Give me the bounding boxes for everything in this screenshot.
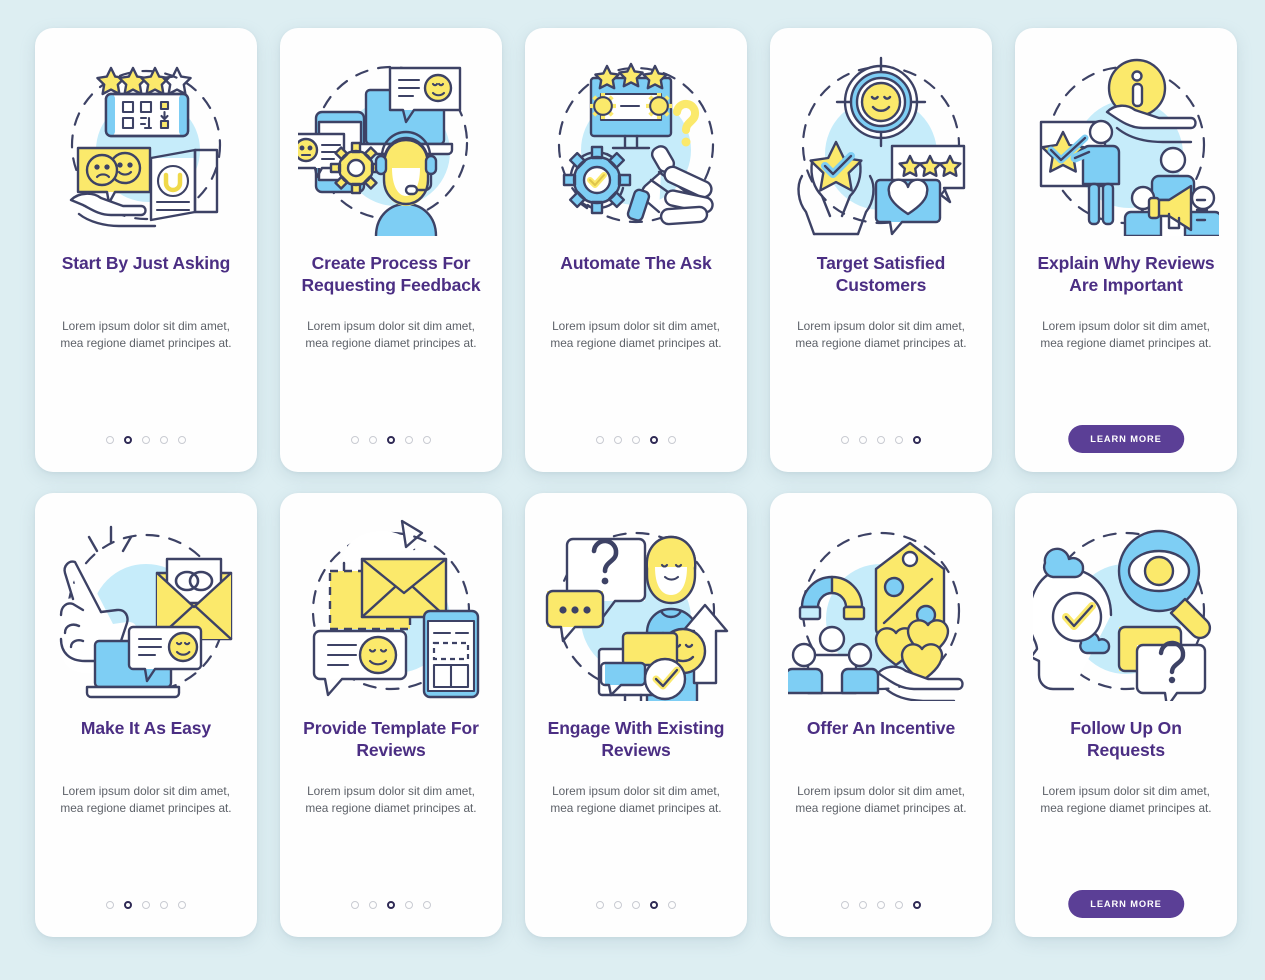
info-hand-presenter-audience-megaphone-illustration [1033, 50, 1219, 236]
page-dot-1[interactable] [596, 436, 604, 444]
page-dot-1[interactable] [106, 436, 114, 444]
card-body-text: Lorem ipsum dolor sit dim amet, mea regi… [60, 784, 232, 816]
page-dot-2[interactable] [369, 436, 377, 444]
page-indicator-dots [770, 436, 992, 444]
page-dot-3[interactable] [632, 436, 640, 444]
card-body-text: Lorem ipsum dolor sit dim amet, mea regi… [1040, 319, 1212, 351]
page-dot-4[interactable] [405, 901, 413, 909]
learn-more-button[interactable]: LEARN MORE [1068, 890, 1184, 918]
page-dot-1[interactable] [106, 901, 114, 909]
card-body-text: Lorem ipsum dolor sit dim amet, mea regi… [550, 319, 722, 351]
page-dot-4[interactable] [650, 436, 658, 444]
card-title: Target Satisfied Customers [816, 253, 946, 296]
envelope-arrow-template-phone-bubble-illustration [298, 515, 484, 701]
card-body-text: Lorem ipsum dolor sit dim amet, mea regi… [795, 319, 967, 351]
page-indicator-dots [525, 901, 747, 909]
onboarding-card-explain-why-reviews-are-important[interactable]: Explain Why Reviews Are Important Lorem i… [1015, 28, 1237, 472]
card-body-text: Lorem ipsum dolor sit dim amet, mea regi… [60, 319, 232, 351]
card-body-text: Lorem ipsum dolor sit dim amet, mea regi… [550, 784, 722, 816]
onboarding-card-engage-with-existing-reviews[interactable]: Engage With Existing Reviews Lorem ipsum … [525, 493, 747, 937]
page-dot-1[interactable] [841, 436, 849, 444]
page-dot-2[interactable] [614, 436, 622, 444]
page-dot-5[interactable] [178, 436, 186, 444]
page-dot-3[interactable] [632, 901, 640, 909]
qr-code-stars-feedback-hand-brochure-illustration [53, 50, 239, 236]
onboarding-card-target-satisfied-customers[interactable]: Target Satisfied Customers Lorem ipsum do… [770, 28, 992, 472]
page-dot-4[interactable] [650, 901, 658, 909]
support-agent-laptop-phone-gear-illustration [298, 50, 484, 236]
page-dot-4[interactable] [405, 436, 413, 444]
page-dot-2[interactable] [859, 901, 867, 909]
page-dot-3[interactable] [387, 901, 395, 909]
click-hand-envelope-link-laptop-smiley-illustration [53, 515, 239, 701]
page-indicator-dots [280, 436, 502, 444]
page-dot-4[interactable] [895, 436, 903, 444]
page-dot-5[interactable] [913, 436, 921, 444]
page-dot-1[interactable] [841, 901, 849, 909]
onboarding-card-offer-an-incentive[interactable]: Offer An Incentive Lorem ipsum dolor sit … [770, 493, 992, 937]
onboarding-card-automate-the-ask[interactable]: Automate The Ask Lorem ipsum dolor sit di… [525, 28, 747, 472]
page-dot-2[interactable] [614, 901, 622, 909]
page-dot-1[interactable] [351, 901, 359, 909]
page-dot-3[interactable] [877, 436, 885, 444]
page-dot-5[interactable] [423, 901, 431, 909]
card-title: Follow Up On Requests [1070, 718, 1182, 761]
onboarding-card-follow-up-on-requests[interactable]: Follow Up On Requests Lorem ipsum dolor s… [1015, 493, 1237, 937]
page-dot-5[interactable] [668, 901, 676, 909]
card-title: Automate The Ask [560, 253, 712, 273]
page-dot-3[interactable] [142, 436, 150, 444]
card-body-text: Lorem ipsum dolor sit dim amet, mea regi… [795, 784, 967, 816]
onboarding-card-provide-template-for-reviews[interactable]: Provide Template For Reviews Lorem ipsum … [280, 493, 502, 937]
page-dot-3[interactable] [387, 436, 395, 444]
card-body-text: Lorem ipsum dolor sit dim amet, mea regi… [305, 319, 477, 351]
woman-question-bubbles-monitor-check-arrow-illustration [543, 515, 729, 701]
card-title: Offer An Incentive [806, 718, 956, 738]
card-title: Explain Why Reviews Are Important [1037, 253, 1215, 296]
page-dot-3[interactable] [877, 901, 885, 909]
page-dot-5[interactable] [178, 901, 186, 909]
page-indicator-dots [525, 436, 747, 444]
page-dot-3[interactable] [142, 901, 150, 909]
page-dot-2[interactable] [124, 436, 132, 444]
onboarding-card-create-process-for-requesting-feedback[interactable]: Create Process For Requesting Feedback Lo… [280, 28, 502, 472]
onboarding-card-make-it-as-easy[interactable]: Make It As Easy Lorem ipsum dolor sit dim… [35, 493, 257, 937]
page-indicator-dots [35, 901, 257, 909]
card-title: Make It As Easy [80, 718, 212, 738]
target-smiley-hands-star-heart-bubbles-illustration [788, 50, 974, 236]
page-dot-4[interactable] [895, 901, 903, 909]
page-dot-5[interactable] [668, 436, 676, 444]
page-dot-2[interactable] [124, 901, 132, 909]
page-dot-1[interactable] [596, 901, 604, 909]
card-title: Provide Template For Reviews [303, 718, 479, 761]
page-dot-5[interactable] [423, 436, 431, 444]
card-body-text: Lorem ipsum dolor sit dim amet, mea regi… [305, 784, 477, 816]
card-title: Start By Just Asking [61, 253, 231, 273]
card-title: Create Process For Requesting Feedback [301, 253, 481, 296]
card-body-text: Lorem ipsum dolor sit dim amet, mea regi… [1040, 784, 1212, 816]
page-dot-5[interactable] [913, 901, 921, 909]
page-indicator-dots [770, 901, 992, 909]
monitor-stars-robot-arm-gear-check-illustration [543, 50, 729, 236]
learn-more-button[interactable]: LEARN MORE [1068, 425, 1184, 453]
page-dot-2[interactable] [859, 436, 867, 444]
card-title: Engage With Existing Reviews [547, 718, 725, 761]
onboarding-screens-grid: Start By Just Asking Lorem ipsum dolor si… [0, 0, 1265, 937]
page-dot-4[interactable] [160, 436, 168, 444]
page-indicator-dots [280, 901, 502, 909]
page-dot-2[interactable] [369, 901, 377, 909]
magnet-discount-tag-group-hearts-hand-illustration [788, 515, 974, 701]
page-dot-1[interactable] [351, 436, 359, 444]
page-indicator-dots [35, 436, 257, 444]
onboarding-card-start-by-just-asking[interactable]: Start By Just Asking Lorem ipsum dolor si… [35, 28, 257, 472]
page-dot-4[interactable] [160, 901, 168, 909]
head-profile-check-magnifier-eye-question-illustration [1033, 515, 1219, 701]
